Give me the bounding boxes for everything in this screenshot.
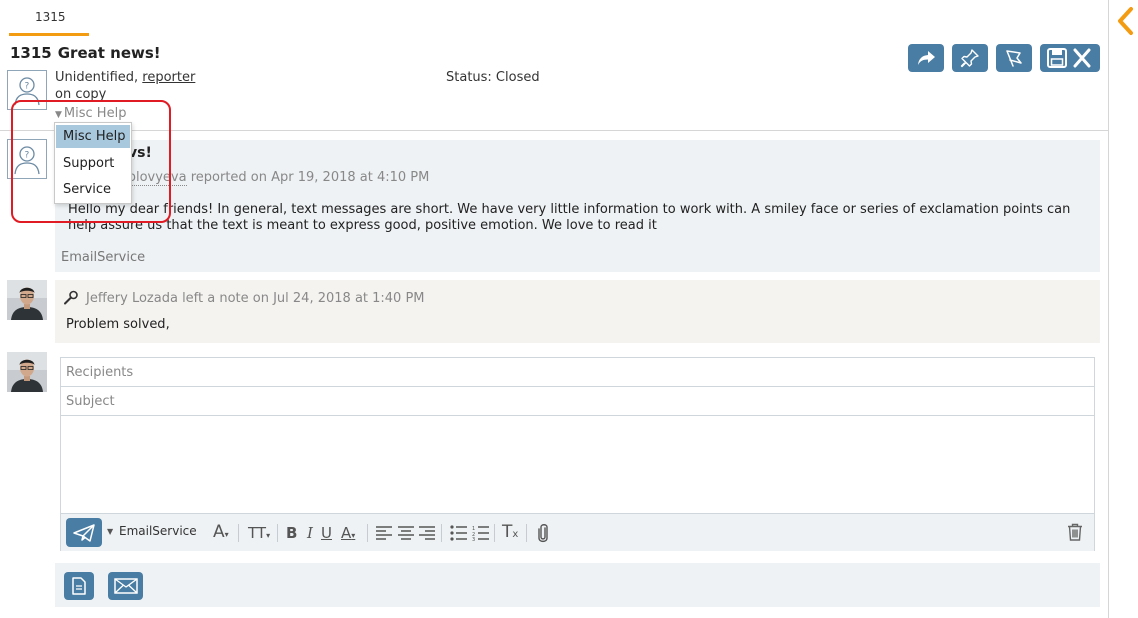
- caret-down-icon: ▼: [55, 110, 62, 120]
- recipients-row: [61, 358, 1094, 387]
- note-body: Problem solved,: [66, 317, 170, 332]
- requester-role-link[interactable]: reporter: [142, 70, 195, 85]
- tab-active-indicator: [9, 33, 89, 36]
- toolbar-separator: [238, 524, 239, 542]
- message-author-line: olovyeva reported on Apr 19, 2018 at 4:1…: [128, 170, 430, 186]
- send-channel-label[interactable]: EmailService: [119, 524, 197, 538]
- header-divider: [0, 130, 1108, 131]
- dropdown-option-misc-help[interactable]: Misc Help: [56, 125, 130, 148]
- underline-icon[interactable]: U: [321, 524, 332, 542]
- on-copy-label: on copy: [55, 87, 107, 102]
- chevron-left-icon[interactable]: [1114, 6, 1136, 36]
- unknown-user-avatar: ?: [7, 70, 47, 110]
- save-close-button[interactable]: [1040, 44, 1100, 72]
- svg-text:?: ?: [25, 151, 30, 161]
- flag-button[interactable]: [996, 44, 1032, 72]
- requester-name: Unidentified,: [55, 70, 139, 85]
- message-action: reported on Apr 19, 2018 at 4:10 PM: [186, 170, 430, 185]
- wrench-icon: [63, 290, 79, 310]
- bullet-list-icon[interactable]: [450, 525, 467, 541]
- tab-label: 1315: [35, 10, 66, 24]
- envelope-icon: [113, 578, 138, 594]
- category-value: Misc Help: [63, 106, 127, 121]
- compose-box: ▼ EmailService A▾ TT▾ B I U A▾ 1 2 3: [60, 357, 1095, 551]
- note-card: [55, 280, 1100, 343]
- ticket-title: Great news!: [57, 44, 161, 62]
- reply-email-button[interactable]: [108, 572, 143, 600]
- forward-button[interactable]: [908, 44, 944, 72]
- toolbar-separator: [526, 524, 527, 542]
- svg-text:3: 3: [472, 537, 475, 541]
- unknown-person-icon: ?: [14, 146, 40, 175]
- unknown-person-icon: ?: [14, 77, 40, 106]
- pin-button[interactable]: [952, 44, 988, 72]
- message-source: EmailService: [61, 250, 146, 265]
- align-center-icon[interactable]: [398, 526, 414, 540]
- save-close-icon: [1047, 48, 1091, 68]
- requester-line: Unidentified, reporter: [55, 70, 195, 85]
- compose-toolbar: ▼ EmailService A▾ TT▾ B I U A▾ 1 2 3 Tx: [61, 513, 1094, 551]
- send-button[interactable]: [66, 518, 102, 547]
- category-dropdown-menu: Misc Help Support Service: [54, 122, 132, 204]
- dropdown-option-service[interactable]: Service: [56, 178, 130, 201]
- unknown-user-avatar: ?: [7, 139, 47, 179]
- flag-icon: [1006, 50, 1022, 67]
- note-author-line: Jeffery Lozada left a note on Jul 24, 20…: [86, 291, 425, 306]
- dropdown-option-support[interactable]: Support: [56, 152, 130, 175]
- toolbar-separator: [494, 524, 495, 542]
- message-body: Hello my dear friends! In general, text …: [68, 202, 1071, 233]
- paperclip-icon[interactable]: [536, 523, 550, 543]
- text-height-icon[interactable]: TT▾: [248, 524, 270, 542]
- align-right-icon[interactable]: [419, 526, 435, 540]
- pin-icon: [960, 49, 979, 68]
- current-user-avatar: [7, 352, 47, 392]
- document-icon: [72, 577, 86, 595]
- ticket-title-row: 1315 Great news!: [10, 44, 161, 62]
- toolbar-separator: [367, 524, 368, 542]
- paper-plane-icon: [73, 523, 95, 542]
- agent-avatar: [7, 280, 47, 320]
- ticket-tab[interactable]: 1315: [9, 0, 89, 36]
- italic-icon[interactable]: I: [307, 524, 313, 542]
- align-left-icon[interactable]: [376, 526, 392, 540]
- recipients-input[interactable]: [61, 358, 1094, 386]
- svg-text:?: ?: [25, 82, 30, 92]
- font-size-icon[interactable]: A▾: [213, 522, 229, 542]
- trash-icon[interactable]: [1067, 523, 1083, 541]
- numbered-list-icon[interactable]: 1 2 3: [472, 525, 489, 541]
- message-editor[interactable]: [61, 416, 1094, 513]
- panel-divider: [1108, 0, 1109, 618]
- font-color-icon[interactable]: A▾: [341, 524, 355, 542]
- subject-row: [61, 387, 1094, 416]
- caret-down-icon[interactable]: ▼: [107, 527, 113, 536]
- bold-icon[interactable]: B: [286, 524, 297, 542]
- toolbar-separator: [441, 524, 442, 542]
- bottom-action-bar: [55, 563, 1100, 607]
- message-author-link[interactable]: olovyeva: [128, 170, 187, 186]
- add-note-button[interactable]: [64, 572, 94, 600]
- clear-format-icon[interactable]: Tx: [502, 522, 518, 542]
- subject-input[interactable]: [61, 387, 1094, 415]
- toolbar-separator: [277, 524, 278, 542]
- forward-icon: [918, 51, 935, 65]
- ticket-number: 1315: [10, 44, 52, 62]
- ticket-status: Status: Closed: [446, 70, 540, 85]
- category-select[interactable]: ▼ Misc Help: [55, 106, 126, 121]
